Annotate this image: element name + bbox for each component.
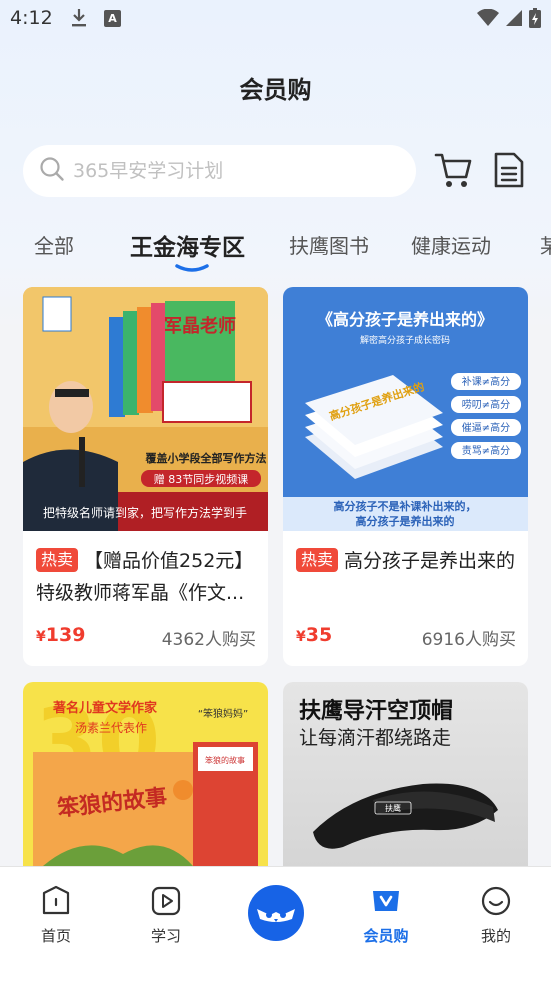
search-box[interactable] — [23, 145, 416, 197]
nav-item-home[interactable]: 首页 — [16, 885, 96, 946]
image-title: 扶鹰导汗空顶帽 — [299, 698, 453, 724]
tab-wangjinhai[interactable]: 王金海专区 — [130, 228, 245, 262]
image-quote: “笨狼妈妈” — [198, 707, 248, 720]
image-tag: 责骂≠高分 — [462, 444, 510, 457]
product-card[interactable]: 《高分孩子是养出来的》 解密高分孩子成长密码 高分孩子是养出来的 补课≠高分 唠… — [283, 287, 528, 666]
search-icon — [39, 156, 65, 186]
product-sales: 6916人购买 — [421, 630, 516, 650]
product-image: 军晶老师 覆盖小学段全部写作方法 赠 83节同步视频课 把特级名师请到家，把写作… — [23, 287, 268, 531]
center-owl-button[interactable] — [248, 885, 304, 941]
image-footer-line2: 高分孩子是养出来的 — [356, 514, 455, 528]
download-icon — [70, 8, 88, 32]
banner-line1: 覆盖小学段全部写作方法 — [146, 451, 267, 465]
product-title: 热卖 【赠品价值252元】特级教师蒋军晶《作文... — [36, 545, 258, 609]
hot-badge: 热卖 — [36, 548, 79, 572]
book-title: 军晶老师 — [164, 315, 236, 337]
nav-item-study[interactable]: 学习 — [126, 885, 206, 946]
page-title: 会员购 — [239, 76, 312, 104]
search-input[interactable] — [73, 160, 393, 182]
tab-indicator — [175, 264, 209, 272]
battery-icon — [529, 8, 541, 32]
image-footer: 把特级名师请到家，把写作方法学到手 — [43, 505, 247, 520]
product-card[interactable]: 30 著名儿童文学作家 汤素兰代表作 “笨狼妈妈” 笨狼的故事 笨狼的故事 — [23, 682, 268, 866]
product-price: ¥139 — [36, 624, 86, 646]
image-tag: 补课≠高分 — [462, 375, 510, 388]
product-price: ¥35 — [296, 624, 333, 646]
product-sales: 4362人购买 — [161, 630, 256, 650]
product-image: 30 著名儿童文学作家 汤素兰代表作 “笨狼妈妈” 笨狼的故事 笨狼的故事 — [23, 682, 268, 866]
image-subtitle: 让每滴汗都绕路走 — [299, 727, 451, 749]
product-card[interactable]: 军晶老师 覆盖小学段全部写作方法 赠 83节同步视频课 把特级名师请到家，把写作… — [23, 287, 268, 666]
document-icon — [493, 152, 525, 193]
bottom-nav: 首页 学习 会员购 我的 — [0, 866, 551, 981]
cap-logo: 扶鹰 — [385, 803, 401, 813]
cart-icon — [434, 153, 472, 194]
tab-all[interactable]: 全部 — [34, 230, 74, 259]
tab-fuying-books[interactable]: 扶鹰图书 — [289, 230, 369, 259]
image-line1: 著名儿童文学作家 — [52, 700, 158, 716]
hot-badge: 热卖 — [296, 548, 339, 572]
image-tag: 唠叨≠高分 — [462, 398, 510, 411]
owl-logo-icon — [257, 909, 295, 922]
tab-more[interactable]: 某 — [540, 230, 551, 259]
nav-label: 我的 — [480, 927, 511, 945]
product-title: 热卖 高分孩子是养出来的 — [296, 545, 518, 577]
tab-health-sports[interactable]: 健康运动 — [411, 230, 491, 259]
banner-line2: 赠 83节同步视频课 — [154, 472, 249, 486]
vip-shop-icon — [370, 891, 402, 921]
app-notification-icon: A — [104, 10, 121, 27]
category-tabs: 全部 王金海专区 扶鹰图书 健康运动 某 — [0, 222, 551, 272]
product-card[interactable]: 扶鹰导汗空顶帽 让每滴汗都绕路走 扶鹰 — [283, 682, 528, 866]
nav-label: 学习 — [150, 927, 181, 945]
product-image: 扶鹰导汗空顶帽 让每滴汗都绕路走 扶鹰 — [283, 682, 528, 866]
product-image: 《高分孩子是养出来的》 解密高分孩子成长密码 高分孩子是养出来的 补课≠高分 唠… — [283, 287, 528, 531]
nav-label: 会员购 — [363, 927, 409, 945]
nav-label: 首页 — [40, 927, 71, 945]
nav-item-vip-shop[interactable]: 会员购 — [346, 885, 426, 946]
orders-button[interactable] — [493, 151, 525, 193]
nav-item-profile[interactable]: 我的 — [456, 885, 536, 946]
play-icon — [150, 886, 182, 921]
image-subline: 解密高分孩子成长密码 — [360, 334, 450, 346]
status-time: 4:12 — [10, 7, 53, 29]
image-tag: 催逼≠高分 — [462, 421, 510, 434]
cart-button[interactable] — [434, 150, 472, 194]
profile-icon — [480, 886, 512, 921]
image-footer-line1: 高分孩子不是补课补出来的， — [334, 499, 477, 513]
product-title-text: 高分孩子是养出来的 — [344, 550, 516, 572]
status-bar: 4:12 A — [0, 0, 551, 38]
image-headline: 《高分孩子是养出来的》 — [317, 310, 493, 329]
image-line2: 汤素兰代表作 — [75, 721, 147, 735]
box-text: 笨狼的故事 — [205, 755, 245, 765]
wifi-icon — [477, 8, 499, 31]
signal-icon — [505, 9, 523, 31]
home-icon — [40, 885, 72, 921]
